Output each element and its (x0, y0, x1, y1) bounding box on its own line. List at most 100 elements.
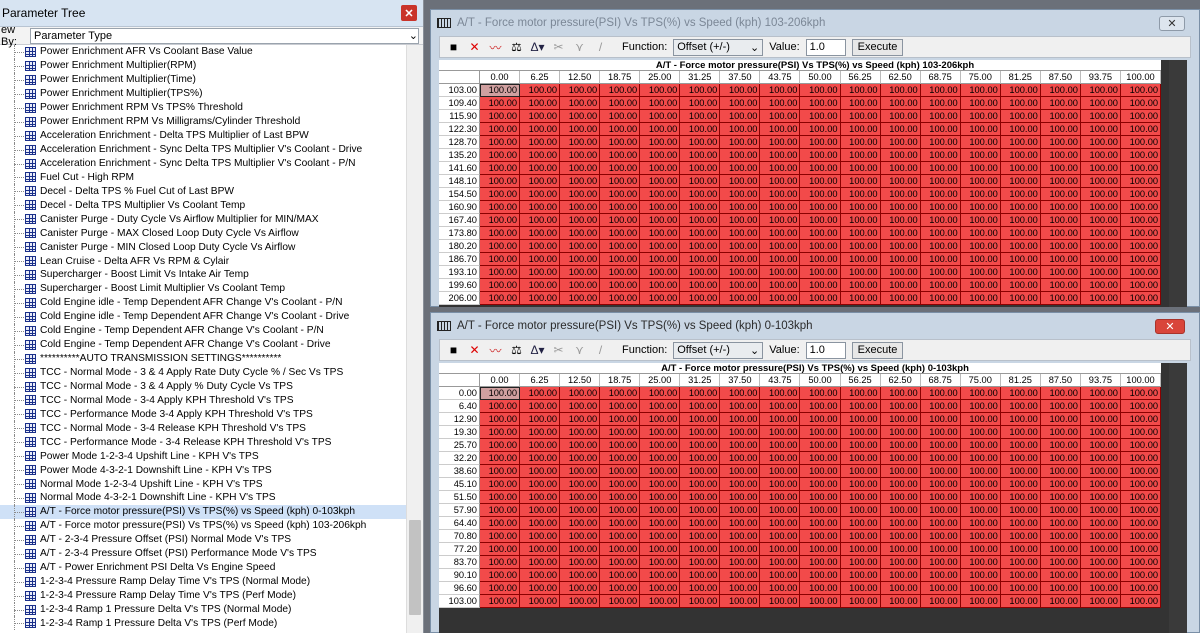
table-cell[interactable]: 100.00 (520, 97, 561, 110)
table-cell[interactable]: 100.00 (520, 452, 561, 465)
table-cell[interactable]: 100.00 (1000, 149, 1041, 162)
table-cell[interactable]: 100.00 (1080, 465, 1121, 478)
table-cell[interactable]: 100.00 (880, 84, 921, 97)
table-cell[interactable]: 100.00 (720, 292, 761, 305)
table-cell[interactable]: 100.00 (640, 582, 681, 595)
table-cell[interactable]: 100.00 (680, 543, 721, 556)
tree-item[interactable]: Cold Engine - Temp Dependent AFR Change … (0, 337, 406, 352)
table-cell[interactable]: 100.00 (520, 491, 561, 504)
table-cell[interactable]: 100.00 (520, 266, 561, 279)
table-cell[interactable]: 100.00 (560, 162, 601, 175)
row-header[interactable]: 57.90 (439, 504, 480, 517)
table-cell[interactable]: 100.00 (560, 569, 601, 582)
table-cell[interactable]: 100.00 (920, 175, 961, 188)
table-cell[interactable]: 100.00 (1040, 478, 1081, 491)
table-cell[interactable]: 100.00 (720, 149, 761, 162)
table-cell[interactable]: 100.00 (800, 253, 841, 266)
table-cell[interactable]: 100.00 (760, 123, 801, 136)
table-cell[interactable]: 100.00 (640, 227, 681, 240)
interpolate-icon[interactable]: ⋎ (572, 343, 587, 357)
table-cell[interactable]: 100.00 (1040, 214, 1081, 227)
table-cell[interactable]: 100.00 (479, 292, 521, 305)
row-header[interactable]: 103.00 (439, 595, 480, 608)
table-cell[interactable]: 100.00 (920, 426, 961, 439)
tree-item[interactable]: Normal Mode 4-3-2-1 Downshift Line - KPH… (0, 491, 406, 505)
table-cell[interactable]: 100.00 (720, 465, 761, 478)
table-cell[interactable]: 100.00 (800, 569, 841, 582)
table-cell[interactable]: 100.00 (720, 84, 761, 97)
table-cell[interactable]: 100.00 (600, 266, 641, 279)
column-header[interactable]: 62.50 (880, 71, 921, 84)
table-cell[interactable]: 100.00 (600, 569, 641, 582)
table-cell[interactable]: 100.00 (960, 175, 1001, 188)
table-cell[interactable]: 100.00 (840, 110, 881, 123)
table-cell[interactable]: 100.00 (1000, 582, 1041, 595)
table-cell[interactable]: 100.00 (640, 123, 681, 136)
table-cell[interactable]: 100.00 (560, 465, 601, 478)
table-cell[interactable]: 100.00 (1080, 595, 1121, 608)
table-cell[interactable]: 100.00 (1040, 556, 1081, 569)
table-cell[interactable]: 100.00 (1000, 465, 1041, 478)
table-cell[interactable]: 100.00 (520, 530, 561, 543)
table-cell[interactable]: 100.00 (1080, 214, 1121, 227)
column-header[interactable]: 43.75 (760, 374, 801, 387)
table-cell[interactable]: 100.00 (840, 201, 881, 214)
table-cell[interactable]: 100.00 (840, 149, 881, 162)
tree-item[interactable]: Decel - Delta TPS Multiplier Vs Coolant … (0, 198, 406, 213)
tree-item[interactable]: 1-2-3-4 Pressure Ramp Delay Time V's TPS… (0, 588, 406, 603)
table-cell[interactable]: 100.00 (800, 227, 841, 240)
close-icon[interactable]: ✕ (401, 5, 417, 21)
table-cell[interactable]: 100.00 (560, 543, 601, 556)
table-cell[interactable]: 100.00 (520, 162, 561, 175)
delete-icon[interactable]: ✕ (467, 343, 482, 357)
table-cell[interactable]: 100.00 (520, 110, 561, 123)
table-cell[interactable]: 100.00 (760, 292, 801, 305)
table-cell[interactable]: 100.00 (600, 292, 641, 305)
table-cell[interactable]: 100.00 (1000, 240, 1041, 253)
table-cell[interactable]: 100.00 (560, 387, 601, 400)
tree-item[interactable]: Normal Mode 1-2-3-4 Upshift Line - KPH V… (0, 477, 406, 491)
table-cell[interactable]: 100.00 (840, 530, 881, 543)
table-cell[interactable]: 100.00 (720, 569, 761, 582)
table-cell[interactable]: 100.00 (640, 84, 681, 97)
table-cell[interactable]: 100.00 (520, 426, 561, 439)
table-cell[interactable]: 100.00 (1040, 253, 1081, 266)
table-cell[interactable]: 100.00 (479, 97, 521, 110)
table-cell[interactable]: 100.00 (1040, 439, 1081, 452)
table-cell[interactable]: 100.00 (680, 279, 721, 292)
tree-item[interactable]: Decel - Delta TPS % Fuel Cut of Last BPW (0, 184, 406, 199)
table-cell[interactable]: 100.00 (560, 413, 601, 426)
table-cell[interactable]: 100.00 (479, 439, 521, 452)
table-cell[interactable]: 100.00 (800, 214, 841, 227)
table-cell[interactable]: 100.00 (1120, 279, 1162, 292)
table-cell[interactable]: 100.00 (1040, 149, 1081, 162)
table-cell[interactable]: 100.00 (880, 149, 921, 162)
value-input[interactable]: 1.0 (805, 38, 846, 56)
table-cell[interactable]: 100.00 (760, 426, 801, 439)
interpolate-icon[interactable]: ⋎ (572, 40, 587, 54)
table-cell[interactable]: 100.00 (760, 491, 801, 504)
tree-item[interactable]: Power Enrichment Multiplier(Time) (0, 72, 406, 87)
table-cell[interactable]: 100.00 (720, 413, 761, 426)
table-cell[interactable]: 100.00 (640, 149, 681, 162)
row-header[interactable]: 167.40 (439, 214, 480, 227)
column-header[interactable]: 43.75 (760, 71, 801, 84)
table-cell[interactable]: 100.00 (680, 582, 721, 595)
table-cell[interactable]: 100.00 (1080, 227, 1121, 240)
table-cell[interactable]: 100.00 (680, 84, 721, 97)
tree-item[interactable]: A/T - Force motor pressure(PSI) Vs TPS(%… (0, 518, 406, 533)
table-cell[interactable]: 100.00 (640, 292, 681, 305)
row-header[interactable]: 12.90 (439, 413, 480, 426)
table-cell[interactable]: 100.00 (600, 478, 641, 491)
table-cell[interactable]: 100.00 (1120, 452, 1162, 465)
table-cell[interactable]: 100.00 (680, 292, 721, 305)
table-cell[interactable]: 100.00 (600, 543, 641, 556)
table-cell[interactable]: 100.00 (920, 413, 961, 426)
table-cell[interactable]: 100.00 (720, 110, 761, 123)
table-cell[interactable]: 100.00 (920, 279, 961, 292)
table-cell[interactable]: 100.00 (520, 556, 561, 569)
table-cell[interactable]: 100.00 (840, 253, 881, 266)
table-cell[interactable]: 100.00 (920, 491, 961, 504)
table-cell[interactable]: 100.00 (760, 569, 801, 582)
table-cell[interactable]: 100.00 (960, 201, 1001, 214)
